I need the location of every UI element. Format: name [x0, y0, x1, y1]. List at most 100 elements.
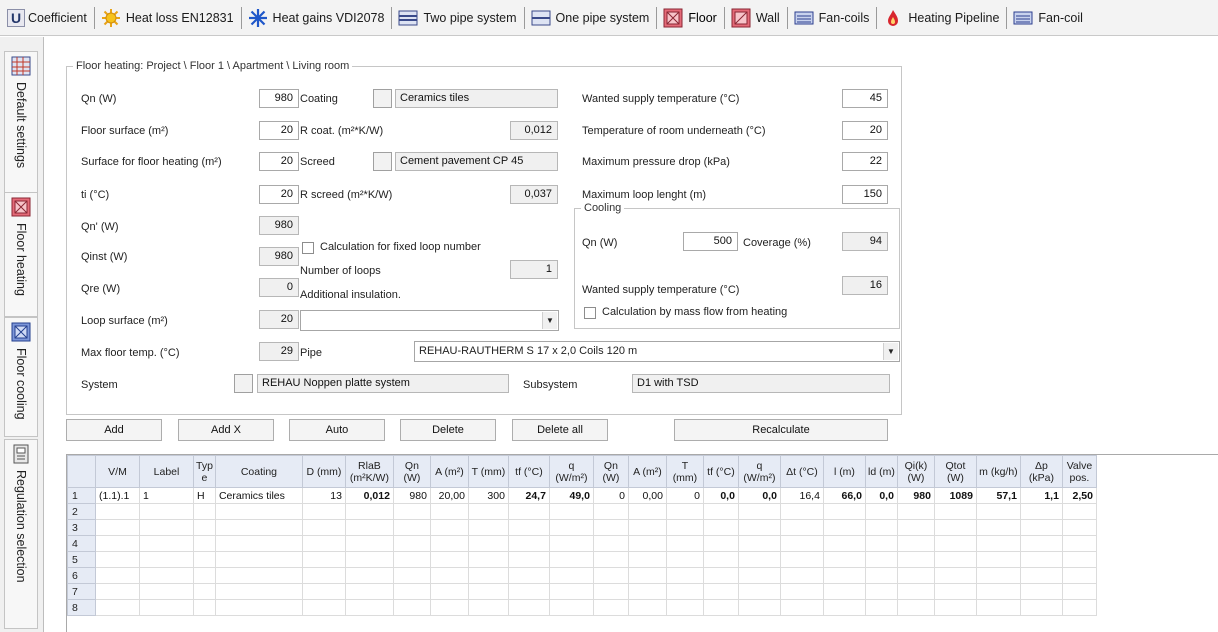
- grid-cell[interactable]: [779, 567, 824, 584]
- grid-cell[interactable]: [737, 599, 781, 616]
- grid-cell[interactable]: 49,0: [548, 487, 594, 504]
- temp-room-underneath-input[interactable]: 20: [842, 121, 888, 140]
- grid-cell[interactable]: [933, 535, 977, 552]
- recalculate-button[interactable]: Recalculate: [674, 419, 888, 441]
- grid-header-cell[interactable]: q (W/m²): [548, 455, 594, 488]
- grid-cell[interactable]: [139, 583, 194, 600]
- grid-cell[interactable]: [737, 535, 781, 552]
- grid-cell[interactable]: [392, 551, 431, 568]
- additional-insulation-dropdown[interactable]: ▼: [300, 310, 559, 331]
- grid-cell[interactable]: [702, 567, 739, 584]
- table-row[interactable]: 8: [67, 599, 1097, 616]
- grid-cell[interactable]: [214, 519, 303, 536]
- grid-header-cell[interactable]: Qi(k) (W): [896, 455, 935, 488]
- grid-header-cell[interactable]: l (m): [822, 455, 866, 488]
- grid-cell[interactable]: [896, 551, 935, 568]
- row-number-cell[interactable]: 6: [67, 567, 96, 584]
- grid-cell[interactable]: [896, 583, 935, 600]
- grid-header-cell[interactable]: Δt (°C): [779, 455, 824, 488]
- grid-cell[interactable]: [975, 551, 1021, 568]
- grid-cell[interactable]: [301, 567, 346, 584]
- mass-flow-checkbox[interactable]: [584, 307, 596, 319]
- grid-cell[interactable]: 0,0: [864, 487, 898, 504]
- table-row[interactable]: 5: [67, 551, 1097, 568]
- grid-cell[interactable]: [933, 567, 977, 584]
- grid-cell[interactable]: 2,50: [1061, 487, 1097, 504]
- grid-cell[interactable]: 20,00: [429, 487, 469, 504]
- grid-cell[interactable]: [429, 599, 469, 616]
- grid-cell[interactable]: [467, 583, 509, 600]
- grid-cell[interactable]: [344, 583, 394, 600]
- grid-cell[interactable]: 57,1: [975, 487, 1021, 504]
- grid-cell[interactable]: [139, 503, 194, 520]
- add-button[interactable]: Add: [66, 419, 162, 441]
- grid-cell[interactable]: [592, 583, 629, 600]
- row-number-cell[interactable]: 4: [67, 535, 96, 552]
- grid-cell[interactable]: [702, 519, 739, 536]
- grid-cell[interactable]: [737, 551, 781, 568]
- grid-cell[interactable]: [344, 599, 394, 616]
- grid-cell[interactable]: H: [193, 487, 216, 504]
- grid-cell[interactable]: 13: [301, 487, 346, 504]
- grid-cell[interactable]: [592, 599, 629, 616]
- grid-header-cell[interactable]: D (mm): [301, 455, 346, 488]
- grid-cell[interactable]: [975, 519, 1021, 536]
- grid-cell[interactable]: [665, 567, 704, 584]
- grid-cell[interactable]: [1061, 583, 1097, 600]
- tab-heat-gains[interactable]: Heat gains VDI2078: [245, 5, 389, 31]
- grid-cell[interactable]: 1: [139, 487, 194, 504]
- grid-cell[interactable]: [864, 519, 898, 536]
- grid-cell[interactable]: [864, 567, 898, 584]
- grid-cell[interactable]: [896, 519, 935, 536]
- wanted-supply-temp-input[interactable]: 45: [842, 89, 888, 108]
- grid-cell[interactable]: [139, 567, 194, 584]
- grid-cell[interactable]: [822, 551, 866, 568]
- grid-cell[interactable]: [702, 503, 739, 520]
- tab-heating-pipeline[interactable]: Heating Pipeline: [880, 5, 1003, 31]
- grid-cell[interactable]: [702, 583, 739, 600]
- grid-cell[interactable]: [592, 519, 629, 536]
- grid-cell[interactable]: [702, 551, 739, 568]
- grid-cell[interactable]: [548, 551, 594, 568]
- auto-button[interactable]: Auto: [289, 419, 385, 441]
- grid-cell[interactable]: [592, 503, 629, 520]
- grid-cell[interactable]: [779, 583, 824, 600]
- grid-cell[interactable]: [507, 551, 550, 568]
- row-number-cell[interactable]: 7: [67, 583, 96, 600]
- tab-two-pipe-system[interactable]: Two pipe system: [395, 5, 520, 31]
- grid-cell[interactable]: [467, 535, 509, 552]
- grid-cell[interactable]: [933, 599, 977, 616]
- grid-cell[interactable]: [1019, 567, 1063, 584]
- grid-cell[interactable]: Ceramics tiles: [214, 487, 303, 504]
- grid-cell[interactable]: [193, 599, 216, 616]
- surface-floor-heating-input[interactable]: 20: [259, 152, 299, 171]
- grid-cell[interactable]: [975, 567, 1021, 584]
- grid-header-cell[interactable]: Label: [139, 455, 194, 488]
- grid-cell[interactable]: [344, 519, 394, 536]
- grid-cell[interactable]: 1089: [933, 487, 977, 504]
- grid-cell[interactable]: [933, 519, 977, 536]
- grid-cell[interactable]: [975, 503, 1021, 520]
- grid-header-cell[interactable]: m (kg/h): [975, 455, 1021, 488]
- grid-header-cell[interactable]: ld (m): [864, 455, 898, 488]
- screed-select-button[interactable]: [373, 152, 392, 171]
- grid-header-cell[interactable]: A (m²): [627, 455, 667, 488]
- grid-cell[interactable]: [975, 535, 1021, 552]
- grid-cell[interactable]: [1061, 535, 1097, 552]
- grid-cell[interactable]: [665, 599, 704, 616]
- grid-cell[interactable]: [627, 583, 667, 600]
- grid-cell[interactable]: [933, 583, 977, 600]
- grid-cell[interactable]: [627, 551, 667, 568]
- grid-cell[interactable]: [665, 503, 704, 520]
- grid-header-cell[interactable]: A (m²): [429, 455, 469, 488]
- grid-cell[interactable]: [467, 567, 509, 584]
- row-number-cell[interactable]: 1: [67, 487, 96, 504]
- side-tab-regulation-selection[interactable]: Regulation selection: [4, 439, 38, 629]
- side-tab-floor-cooling[interactable]: Floor cooling: [4, 317, 38, 437]
- grid-cell[interactable]: [214, 567, 303, 584]
- grid-cell[interactable]: [193, 535, 216, 552]
- table-row[interactable]: 6: [67, 567, 1097, 584]
- grid-cell[interactable]: [392, 567, 431, 584]
- grid-cell[interactable]: [95, 551, 140, 568]
- grid-cell[interactable]: [665, 535, 704, 552]
